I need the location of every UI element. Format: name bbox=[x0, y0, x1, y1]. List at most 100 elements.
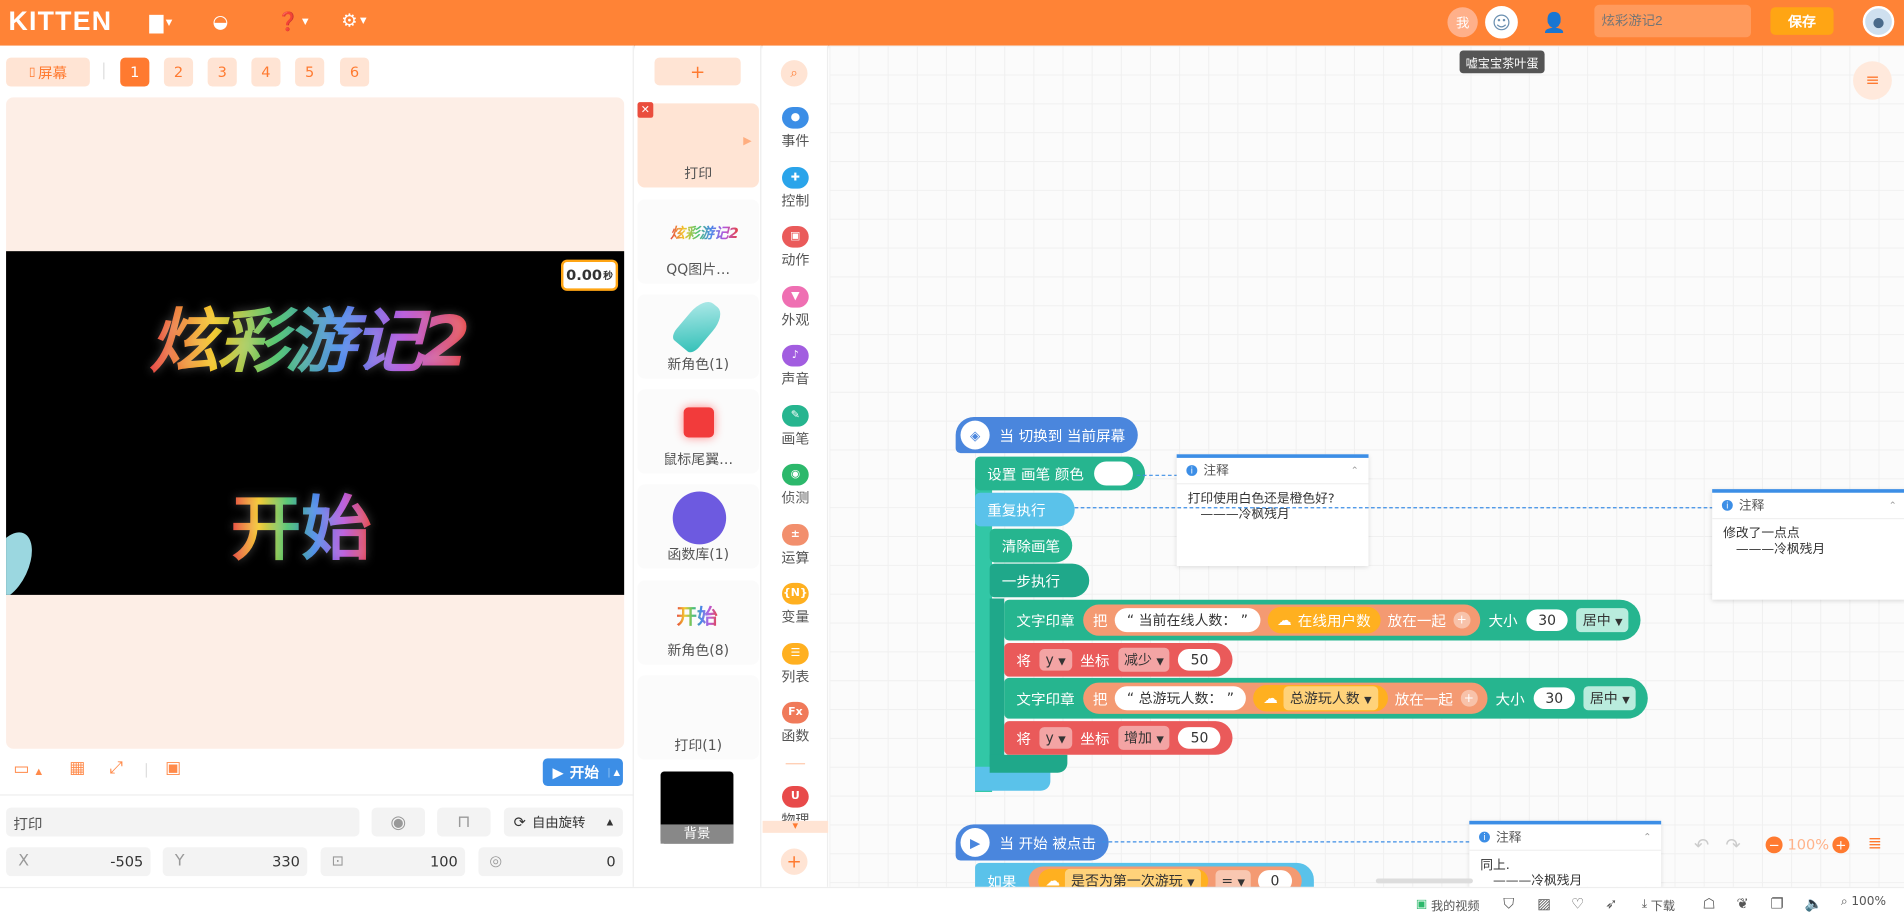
stage-size-toggle[interactable]: ▭ ▲ bbox=[13, 760, 42, 779]
help-menu[interactable]: ❓ ▼ bbox=[277, 11, 309, 33]
category-functions[interactable]: Fx 函数 bbox=[763, 701, 829, 745]
change-dropdown[interactable]: 增加 ▼ bbox=[1117, 725, 1170, 750]
folder-menu[interactable]: ▇ ▼ bbox=[149, 12, 172, 34]
sprite-item-print-1[interactable]: 打印(1) bbox=[637, 675, 759, 760]
category-variables[interactable]: {N} 变量 bbox=[763, 582, 829, 626]
my-video-button[interactable]: ▣ 我的视频 bbox=[1416, 895, 1480, 914]
string-input[interactable]: “ 总游玩人数： ” bbox=[1114, 686, 1247, 711]
equals-block[interactable]: ☁ 是否为第一次游玩 ▼ = ▼ 0 bbox=[1028, 866, 1302, 887]
category-motion[interactable]: ▣ 动作 bbox=[763, 225, 829, 269]
arrange-blocks-button[interactable]: ≣ bbox=[1868, 834, 1882, 853]
sprite-name-field[interactable]: 打印 bbox=[6, 807, 360, 837]
collapse-icon[interactable]: ⌃ bbox=[1351, 465, 1359, 476]
step-exec-block[interactable]: 一步执行 bbox=[989, 563, 1090, 598]
copy-button[interactable]: ❐ bbox=[1770, 895, 1783, 912]
project-name-input[interactable] bbox=[1594, 4, 1752, 38]
comment-note-3[interactable]: i 注释 ⌃ 同上. ———冷枫残月 bbox=[1469, 820, 1662, 887]
repeat-block[interactable]: 重复执行 bbox=[975, 492, 1075, 527]
text-stamp-block-1[interactable]: 文字印章 把 “ 当前在线人数： ” ☁ 在线用户数 放在一起 + 大小 30 居… bbox=[1004, 599, 1641, 641]
redo-button[interactable]: ↷ bbox=[1726, 834, 1741, 856]
robot-button[interactable]: ☖ bbox=[1702, 895, 1715, 912]
screen-tab-3[interactable]: 3 bbox=[207, 57, 237, 87]
collaborator-avatar[interactable]: ☺ bbox=[1485, 6, 1518, 39]
text-stamp-block-2[interactable]: 文字印章 把 “ 总游玩人数： ” ☁ 总游玩人数 ▼ 放在一起 + 大小 30 … bbox=[1004, 677, 1648, 719]
category-control[interactable]: ✚ 控制 bbox=[763, 167, 829, 210]
first-play-block[interactable]: ☁ 是否为第一次游玩 ▼ bbox=[1038, 868, 1209, 887]
chevron-right-icon[interactable]: ▶ bbox=[743, 136, 751, 148]
add-icon[interactable]: + bbox=[1453, 611, 1471, 629]
add-collaborator-button[interactable]: 👤 bbox=[1542, 11, 1566, 34]
collapse-icon[interactable]: ⌃ bbox=[1643, 832, 1651, 843]
number-input[interactable]: 50 bbox=[1178, 648, 1221, 671]
screen-tab-5[interactable]: 5 bbox=[295, 57, 325, 87]
horizontal-scrollbar[interactable] bbox=[1375, 878, 1473, 884]
set-pen-color-block[interactable]: 设置 画笔 颜色 bbox=[975, 456, 1145, 491]
rotation-mode-select[interactable]: ⟳ 自由旋转 ▲ bbox=[503, 807, 623, 837]
clear-pen-block[interactable]: 清除画笔 bbox=[989, 528, 1073, 563]
block-search-button[interactable]: ≡ bbox=[1853, 61, 1892, 100]
string-input[interactable]: “ 当前在线人数： ” bbox=[1114, 608, 1261, 633]
search-blocks-button[interactable]: ⌕ bbox=[780, 60, 808, 87]
direction-field[interactable]: ◎ 0 bbox=[478, 847, 623, 877]
sprite-item-new-role-8[interactable]: 开始 新角色(8) bbox=[637, 580, 759, 665]
if-block[interactable]: 如果 ☁ 是否为第一次游玩 ▼ = ▼ 0 bbox=[975, 862, 1314, 887]
y-field[interactable]: Y 330 bbox=[162, 847, 308, 877]
preview-button[interactable]: ▣ bbox=[165, 758, 181, 777]
code-workspace[interactable]: ≡ ◈ 当 切换到 当前屏幕 设置 画笔 颜色 重复执行 清除画笔 一步执行 文… bbox=[829, 45, 1904, 887]
x-field[interactable]: X -505 bbox=[6, 847, 151, 877]
screen-tab-2[interactable]: 2 bbox=[163, 57, 194, 87]
sound-button[interactable]: 🔈 bbox=[1804, 895, 1822, 912]
settings-menu[interactable]: ⚙ ▼ bbox=[341, 10, 366, 32]
category-events[interactable]: ● 事件 bbox=[763, 106, 829, 150]
number-input[interactable]: 0 bbox=[1258, 870, 1292, 887]
image-button[interactable]: ▨ bbox=[1537, 895, 1551, 912]
join-block[interactable]: 把 “ 总游玩人数： ” ☁ 总游玩人数 ▼ 放在一起 + bbox=[1083, 682, 1488, 714]
screen-button[interactable]: ▯ 屏幕 bbox=[6, 57, 90, 87]
category-lists[interactable]: ☰ 列表 bbox=[763, 642, 829, 686]
comment-note-2[interactable]: i 注释 ⌃ 修改了一点点 ———冷枫残月 bbox=[1712, 489, 1904, 600]
leaf-button[interactable]: ❦ bbox=[1736, 895, 1748, 912]
size-input[interactable]: 30 bbox=[1526, 609, 1569, 631]
heart-button[interactable]: ♡ bbox=[1571, 895, 1584, 912]
user-badge[interactable]: 我 bbox=[1447, 7, 1478, 38]
online-users-block[interactable]: ☁ 在线用户数 bbox=[1267, 606, 1381, 634]
change-y-block-1[interactable]: 将 y ▼ 坐标 减少 ▼ 50 bbox=[1004, 642, 1233, 677]
close-icon[interactable]: ✕ bbox=[637, 102, 654, 118]
fullscreen-button[interactable]: ⤢ bbox=[109, 758, 123, 777]
operator-dropdown[interactable]: = ▼ bbox=[1215, 870, 1252, 887]
zoom-in-button[interactable]: + bbox=[1832, 836, 1850, 854]
size-field[interactable]: ⊡ 100 bbox=[320, 847, 466, 877]
save-button[interactable]: 保存 bbox=[1770, 7, 1834, 35]
change-y-block-2[interactable]: 将 y ▼ 坐标 增加 ▼ 50 bbox=[1004, 721, 1233, 755]
page-zoom-button[interactable]: ⌕ 100% bbox=[1841, 895, 1886, 908]
variable-dropdown[interactable]: 是否为第一次游玩 ▼ bbox=[1064, 868, 1201, 887]
shield-button[interactable]: ⛉ bbox=[1503, 895, 1514, 913]
category-pen[interactable]: ✎ 画笔 bbox=[763, 405, 829, 448]
screen-tab-4[interactable]: 4 bbox=[251, 57, 281, 87]
sprite-item-mouse-trail[interactable]: 鼠标尾翼… bbox=[637, 389, 759, 474]
size-input[interactable]: 30 bbox=[1533, 687, 1576, 710]
sprite-item-function-lib[interactable]: 函数库(1) bbox=[637, 484, 759, 569]
align-dropdown[interactable]: 居中 ▼ bbox=[1583, 686, 1636, 711]
comment-note-1[interactable]: i 注释 ⌃ 打印使用白色还是橙色好? ———冷枫残月 bbox=[1176, 454, 1369, 567]
add-extension-button[interactable]: + bbox=[780, 848, 808, 875]
align-dropdown[interactable]: 居中 ▼ bbox=[1576, 608, 1629, 633]
sprite-item-new-role-1[interactable]: 新角色(1) bbox=[637, 294, 759, 379]
color-swatch-white[interactable] bbox=[1093, 461, 1133, 486]
axis-dropdown[interactable]: y ▼ bbox=[1039, 648, 1072, 671]
screen-tab-1[interactable]: 1 bbox=[120, 57, 150, 87]
screen-tab-6[interactable]: 6 bbox=[340, 57, 370, 87]
add-icon[interactable]: + bbox=[1460, 689, 1478, 707]
visibility-toggle[interactable]: ◉ bbox=[371, 807, 426, 837]
change-dropdown[interactable]: 减少 ▼ bbox=[1117, 647, 1170, 672]
number-input[interactable]: 50 bbox=[1178, 727, 1221, 749]
start-button[interactable]: ▶ 开始 ▲ bbox=[542, 758, 623, 786]
category-sensing[interactable]: ◉ 侦测 bbox=[763, 463, 829, 507]
join-block[interactable]: 把 “ 当前在线人数： ” ☁ 在线用户数 放在一起 + bbox=[1083, 604, 1480, 636]
axis-dropdown[interactable]: y ▼ bbox=[1039, 727, 1072, 749]
grid-toggle[interactable]: ▦ bbox=[69, 758, 85, 777]
lock-toggle[interactable]: ⊓ bbox=[437, 807, 491, 837]
stage-canvas[interactable]: 炫彩游记2 开始 0.00 秒 bbox=[6, 251, 625, 595]
collapse-icon[interactable]: ⌃ bbox=[1889, 500, 1897, 511]
hat-block-screen-switch[interactable]: ◈ 当 切换到 当前屏幕 bbox=[955, 417, 1138, 454]
